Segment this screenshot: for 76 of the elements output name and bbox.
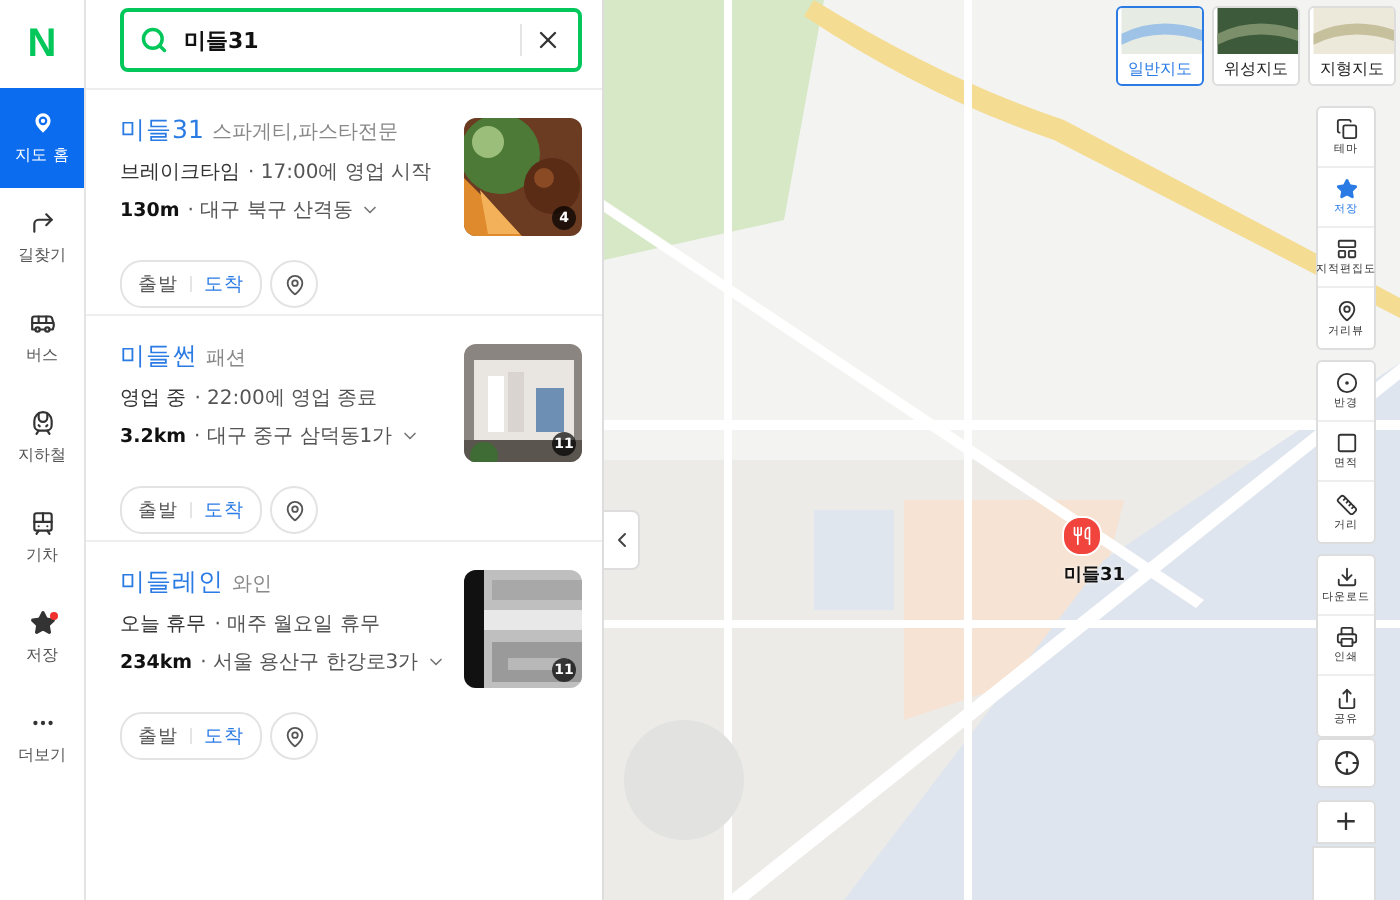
grid-map-icon [1335,238,1357,260]
place-category: 스파게티,파스타전문 [211,119,399,145]
train-icon [29,510,55,536]
map-pin-icon [283,725,305,747]
sidebar-label: 더보기 [18,744,66,766]
star-icon [29,610,55,636]
search-input[interactable]: 미들31 [180,25,508,55]
radius-icon [1335,372,1357,394]
sidebar-item[interactable]: 길찾기 [0,188,84,288]
arrival-button[interactable]: 도착 [204,271,244,297]
location-button[interactable] [270,260,318,308]
turn-arrow-icon [29,210,55,236]
place-distance: 130m [120,199,180,221]
current-location-button[interactable] [1316,738,1376,788]
business-status: 오늘 휴무 [120,612,207,638]
place-name[interactable]: 미들31 [120,114,204,148]
sidebar-item[interactable]: 지하철 [0,388,84,488]
location-button[interactable] [270,712,318,760]
place-distance: 234km [120,651,193,673]
zoom-in-button[interactable]: + [1316,800,1376,844]
map-type-button[interactable]: 지형지도 [1308,6,1396,86]
arrival-button[interactable]: 도착 [204,723,244,749]
share-icon [1335,687,1357,709]
place-address[interactable]: · 대구 북구 산격동 [187,196,353,224]
place-distance: 3.2km [120,425,187,447]
download-icon [1335,566,1357,588]
place-category: 패션 [206,345,246,371]
star-icon [1335,178,1357,200]
place-address[interactable]: · 대구 중구 삼덕동1가 [194,422,393,450]
business-hours: · 22:00에 영업 종료 [194,386,378,412]
utensils-icon [1072,526,1092,546]
business-status: 브레이크타임 [120,160,240,186]
map-pin-icon [1335,299,1357,321]
map-thumbnail [1310,8,1394,54]
marker-label: 미들31 [1064,564,1126,588]
sidebar-item[interactable]: 더보기 [0,688,84,788]
map-pin-icon [29,110,55,136]
sidebar-item[interactable]: 기차 [0,488,84,588]
bus-icon [29,310,55,336]
sidebar-label: 저장 [26,644,58,666]
sidebar-label: 버스 [26,344,58,366]
place-name[interactable]: 미들레인 [120,566,224,600]
place-category: 와인 [232,571,272,597]
departure-button[interactable]: 출발 [138,723,178,749]
map-pin-icon [283,499,305,521]
sidebar-label: 기차 [26,544,58,566]
sidebar-label: 지하철 [18,444,66,466]
map-pin-icon [283,273,305,295]
departure-button[interactable]: 출발 [138,497,178,523]
business-status: 영업 중 [120,386,187,412]
close-icon[interactable] [534,26,562,54]
printer-icon [1335,626,1357,648]
sidebar-item[interactable]: 버스 [0,288,84,388]
place-name[interactable]: 미들썬 [120,340,198,374]
sidebar-item[interactable]: 저장 [0,588,84,688]
map-thumbnail [1118,8,1202,54]
subway-icon [29,410,55,436]
place-address[interactable]: · 서울 용산구 한강로3가 [200,648,419,676]
layers-icon [1335,118,1357,140]
map-type-button[interactable]: 일반지도 [1116,6,1204,86]
sidebar-item[interactable]: 지도 홈 [0,88,84,188]
sidebar-label: 지도 홈 [15,144,69,166]
crosshair-icon [1333,750,1359,776]
area-icon [1335,432,1357,454]
ruler-icon [1335,493,1357,515]
map-type-button[interactable]: 위성지도 [1212,6,1300,86]
business-hours: · 17:00에 영업 시작 [248,160,432,186]
map-thumbnail [1214,8,1298,54]
departure-button[interactable]: 출발 [138,271,178,297]
arrival-button[interactable]: 도착 [204,497,244,523]
search-icon [140,26,168,54]
location-button[interactable] [270,486,318,534]
sidebar-label: 길찾기 [18,244,66,266]
business-hours: · 매주 월요일 휴무 [214,612,380,638]
search-field[interactable]: 미들31 [120,8,582,72]
zoom-panel [1312,846,1376,900]
